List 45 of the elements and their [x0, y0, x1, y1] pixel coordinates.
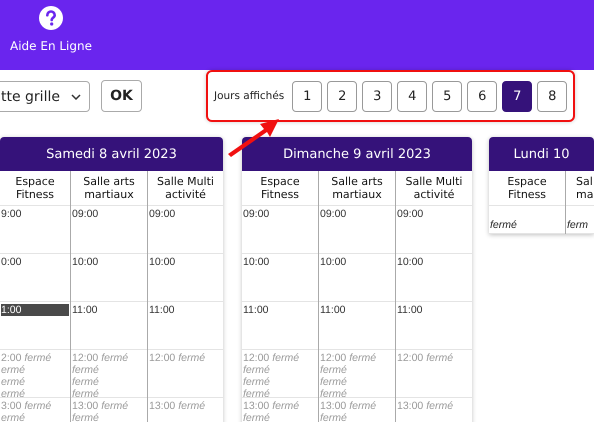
room-heading: Salle Multi activité	[396, 171, 472, 206]
time-slot[interactable]: 11:00	[242, 302, 318, 350]
day-count-button[interactable]: 1	[292, 80, 322, 112]
time-slot[interactable]: 9:00	[0, 206, 70, 254]
time-slot[interactable]: 11:00	[319, 302, 395, 350]
time-slot[interactable]: 1:00	[0, 302, 70, 350]
time-slot[interactable]: 0:00	[0, 254, 70, 302]
room-heading: Espace Fitness	[242, 171, 318, 206]
time-slot[interactable]: 09:00	[319, 206, 395, 254]
room-heading: Salle arts martiaux	[319, 171, 395, 206]
time-slot[interactable]: 10:00	[71, 254, 147, 302]
time-slot[interactable]: 09:00	[396, 206, 472, 254]
day-count-button[interactable]: 5	[432, 80, 462, 112]
room-heading: Espace Fitness	[0, 171, 70, 206]
day-count-button[interactable]: 6	[467, 80, 498, 112]
time-slot[interactable]: ferm	[566, 206, 594, 234]
room-heading: Sal ma	[566, 171, 594, 206]
ok-button[interactable]: OK	[101, 80, 142, 112]
time-slot[interactable]: 10:00	[319, 254, 395, 302]
grid-select[interactable]: tte grille	[0, 81, 90, 112]
day-title: Lundi 10	[489, 137, 594, 171]
room-heading: Espace Fitness	[489, 171, 565, 206]
day-title: Dimanche 9 avril 2023	[242, 137, 472, 171]
day-title: Samedi 8 avril 2023	[0, 137, 223, 171]
chevron-down-icon	[71, 94, 81, 100]
days-label: Jours affichés	[214, 90, 284, 102]
time-slot[interactable]: 11:00	[396, 302, 472, 350]
help-label[interactable]: Aide En Ligne	[10, 39, 92, 53]
time-slot[interactable]: 11:00	[148, 302, 223, 350]
time-slot[interactable]: 09:00	[242, 206, 318, 254]
time-slot[interactable]: 10:00	[396, 254, 472, 302]
day-count-button[interactable]: 8	[537, 80, 568, 112]
time-slot[interactable]: fermé	[489, 206, 565, 234]
time-slot[interactable]: 09:00	[148, 206, 223, 254]
day-count-button[interactable]: 4	[397, 80, 428, 112]
room-heading: Salle arts martiaux	[71, 171, 147, 206]
time-slot[interactable]: 11:00	[71, 302, 147, 350]
day-count-button[interactable]: 3	[362, 80, 392, 112]
room-heading: Salle Multi activité	[148, 171, 223, 206]
day-count-button[interactable]: 7	[502, 80, 532, 112]
time-slot[interactable]: 09:00	[71, 206, 147, 254]
time-slot[interactable]: 10:00	[242, 254, 318, 302]
day-count-button[interactable]: 2	[327, 80, 358, 112]
help-icon[interactable]	[38, 6, 63, 30]
time-slot[interactable]: 10:00	[148, 254, 223, 302]
